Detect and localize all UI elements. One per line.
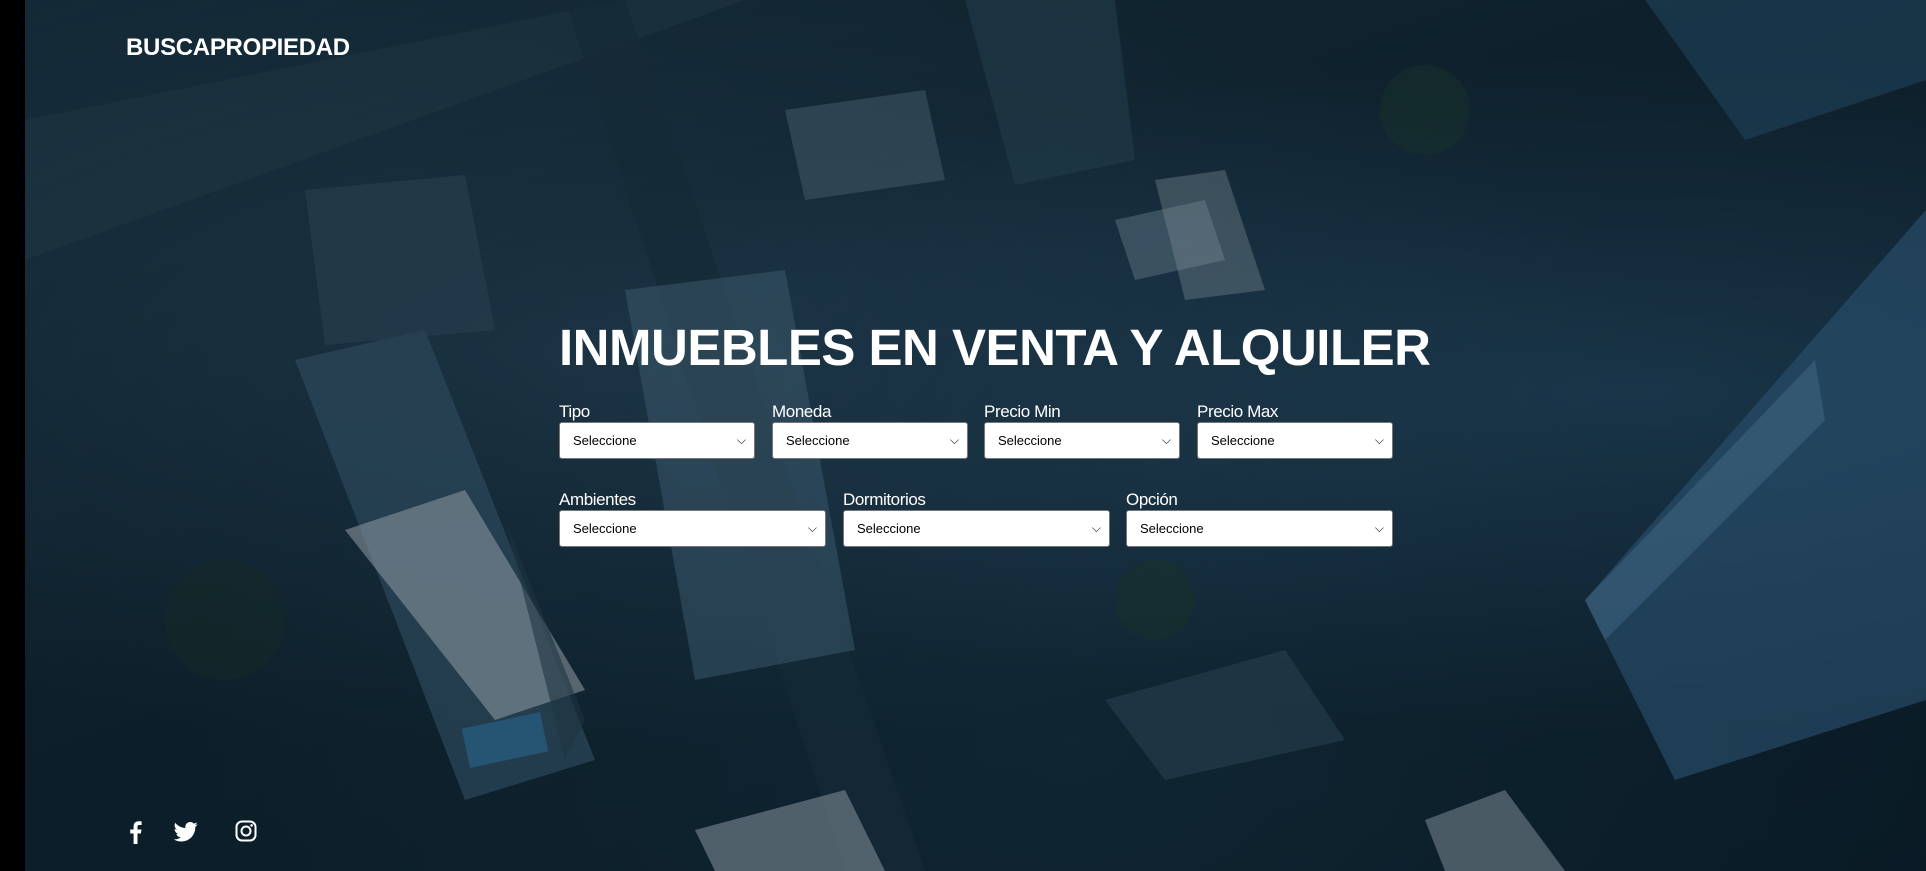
- filter-opcion-label: Opción: [1126, 490, 1178, 509]
- precio-max-select-value: Seleccione: [1211, 433, 1275, 448]
- chevron-down-icon: ⌵: [736, 433, 746, 447]
- instagram-icon[interactable]: [235, 820, 257, 847]
- filter-ambientes: Ambientes Seleccione ⌵: [559, 490, 826, 547]
- chevron-down-icon: ⌵: [949, 433, 959, 447]
- filter-ambientes-label: Ambientes: [559, 490, 636, 509]
- dormitorios-select[interactable]: Seleccione ⌵: [843, 510, 1110, 547]
- tipo-select-value: Seleccione: [573, 433, 637, 448]
- filter-tipo: Tipo Seleccione ⌵: [559, 402, 755, 459]
- precio-min-select[interactable]: Seleccione ⌵: [984, 422, 1180, 459]
- hero-background: [25, 0, 1926, 871]
- filter-moneda-label: Moneda: [772, 402, 832, 421]
- twitter-icon[interactable]: [173, 822, 198, 847]
- moneda-select-value: Seleccione: [786, 433, 850, 448]
- ambientes-select[interactable]: Seleccione ⌵: [559, 510, 826, 547]
- filter-precio-max-label: Precio Max: [1197, 402, 1279, 421]
- filter-moneda: Moneda Seleccione ⌵: [772, 402, 968, 459]
- chevron-down-icon: ⌵: [1161, 433, 1171, 447]
- filter-tipo-label: Tipo: [559, 402, 590, 421]
- opcion-select-value: Seleccione: [1140, 521, 1204, 536]
- filter-precio-min: Precio Min Seleccione ⌵: [984, 402, 1180, 459]
- filter-precio-min-label: Precio Min: [984, 402, 1061, 421]
- hero-title: INMUEBLES EN VENTA Y ALQUILER: [559, 319, 1431, 376]
- facebook-icon[interactable]: [127, 820, 143, 849]
- precio-min-select-value: Seleccione: [998, 433, 1062, 448]
- brand-logo[interactable]: BUSCAPROPIEDAD: [126, 34, 350, 62]
- dark-overlay: [25, 0, 1926, 871]
- precio-max-select[interactable]: Seleccione ⌵: [1197, 422, 1393, 459]
- filter-dormitorios-label: Dormitorios: [843, 490, 926, 509]
- filter-dormitorios: Dormitorios Seleccione ⌵: [843, 490, 1110, 547]
- filter-opcion: Opción Seleccione ⌵: [1126, 490, 1393, 547]
- tipo-select[interactable]: Seleccione ⌵: [559, 422, 755, 459]
- filter-precio-max: Precio Max Seleccione ⌵: [1197, 402, 1393, 459]
- ambientes-select-value: Seleccione: [573, 521, 637, 536]
- chevron-down-icon: ⌵: [807, 521, 817, 535]
- dormitorios-select-value: Seleccione: [857, 521, 921, 536]
- opcion-select[interactable]: Seleccione ⌵: [1126, 510, 1393, 547]
- chevron-down-icon: ⌵: [1091, 521, 1101, 535]
- left-edge-strip: [0, 0, 25, 871]
- moneda-select[interactable]: Seleccione ⌵: [772, 422, 968, 459]
- chevron-down-icon: ⌵: [1374, 521, 1384, 535]
- chevron-down-icon: ⌵: [1374, 433, 1384, 447]
